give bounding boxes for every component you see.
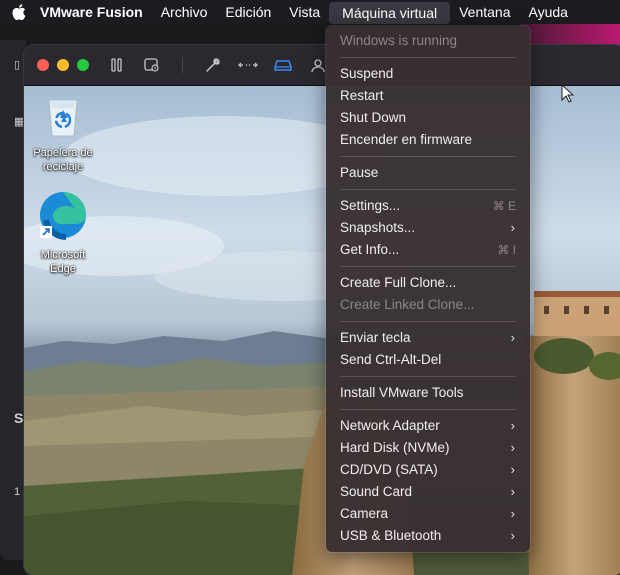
menu-separator: [340, 376, 516, 377]
menu-separator: [340, 156, 516, 157]
chevron-right-icon: ›: [510, 528, 515, 543]
network-adapter-label: Network Adapter: [340, 418, 440, 433]
settings-shortcut: ⌘ E: [492, 199, 516, 213]
menu-item-sound-card[interactable]: Sound Card ›: [326, 481, 530, 503]
mouse-pointer-icon: [561, 83, 575, 108]
menu-item-cd-dvd[interactable]: CD/DVD (SATA) ›: [326, 459, 530, 481]
pause-icon[interactable]: [110, 57, 128, 73]
menu-item-network-adapter[interactable]: Network Adapter ›: [326, 415, 530, 437]
chevron-right-icon: ›: [510, 462, 515, 477]
send-key-label: Enviar tecla: [340, 330, 411, 345]
menu-item-snapshots[interactable]: Snapshots... ›: [326, 217, 530, 239]
edge-browser-icon: [40, 192, 86, 240]
menu-item-suspend[interactable]: Suspend: [326, 63, 530, 85]
menu-item-pause[interactable]: Pause: [326, 162, 530, 184]
menubar-vista[interactable]: Vista: [280, 0, 329, 24]
snapshot-icon[interactable]: [143, 57, 161, 73]
menu-status-windows-running: Windows is running: [340, 33, 458, 48]
host-sidebar-letter: S: [14, 410, 24, 426]
menu-item-restart[interactable]: Restart: [326, 85, 530, 107]
menubar-ventana[interactable]: Ventana: [450, 0, 519, 24]
get-info-shortcut: ⌘ I: [497, 243, 516, 257]
menubar-app-name[interactable]: VMware Fusion: [38, 0, 152, 24]
recycle-bin-label: Papelera de reciclaje: [33, 147, 93, 173]
hard-disk-label: Hard Disk (NVMe): [340, 440, 450, 455]
menu-item-camera[interactable]: Camera ›: [326, 503, 530, 525]
menu-separator: [340, 409, 516, 410]
user-profile-icon[interactable]: [309, 57, 327, 73]
chevron-right-icon: ›: [510, 440, 515, 455]
chevron-right-icon: ›: [510, 484, 515, 499]
usb-bluetooth-label: USB & Bluetooth: [340, 528, 442, 543]
guest-desktop[interactable]: Papelera de reciclaje Microsoft Edge: [24, 86, 620, 575]
cd-dvd-label: CD/DVD (SATA): [340, 462, 438, 477]
menubar-edicion[interactable]: Edición: [216, 0, 280, 24]
desktop-icon-recycle-bin[interactable]: Papelera de reciclaje: [28, 94, 98, 174]
apple-icon[interactable]: [0, 0, 38, 24]
chevron-right-icon: ›: [510, 418, 515, 433]
chevron-right-icon: ›: [510, 330, 515, 345]
menu-item-get-info[interactable]: Get Info... ⌘ I: [326, 239, 530, 261]
menu-item-settings[interactable]: Settings... ⌘ E: [326, 195, 530, 217]
hard-disk-icon[interactable]: [274, 57, 292, 73]
menu-separator: [340, 321, 516, 322]
menu-separator: [340, 189, 516, 190]
menu-item-create-linked-clone: Create Linked Clone...: [340, 297, 475, 312]
snapshots-label: Snapshots...: [340, 220, 416, 235]
sound-card-label: Sound Card: [340, 484, 413, 499]
minimize-window-button[interactable]: [57, 59, 69, 71]
menu-separator: [340, 266, 516, 267]
camera-label: Camera: [340, 506, 389, 521]
edge-label: Microsoft Edge: [40, 249, 86, 275]
zoom-window-button[interactable]: [77, 59, 89, 71]
host-sidebar-icon: ▯: [14, 59, 21, 71]
menu-item-install-vmware-tools[interactable]: Install VMware Tools: [326, 382, 530, 404]
close-window-button[interactable]: [37, 59, 49, 71]
host-grid-icon: ▦: [14, 116, 25, 128]
settings-label: Settings...: [340, 198, 401, 213]
resize-arrows-icon[interactable]: [238, 57, 258, 73]
chevron-right-icon: ›: [510, 506, 515, 521]
host-background-window: ▯ ▦ S 1: [0, 40, 26, 560]
menu-item-boot-firmware[interactable]: Encender en firmware: [326, 129, 530, 151]
menubar-maquina-virtual[interactable]: Máquina virtual: [329, 1, 451, 24]
menu-item-create-full-clone[interactable]: Create Full Clone...: [326, 272, 530, 294]
menubar-archivo[interactable]: Archivo: [152, 0, 217, 24]
wrench-icon[interactable]: [204, 57, 222, 73]
toolbar-divider: [182, 57, 183, 73]
vm-toolbar: [24, 45, 620, 86]
get-info-label: Get Info...: [340, 242, 400, 257]
virtual-machine-menu: Windows is running Suspend Restart Shut …: [326, 26, 530, 552]
menu-item-send-key[interactable]: Enviar tecla ›: [326, 327, 530, 349]
host-sidebar-number: 1: [14, 486, 21, 498]
menu-item-shut-down[interactable]: Shut Down: [326, 107, 530, 129]
menu-separator: [340, 57, 516, 58]
wallpaper-landscape: [24, 116, 620, 575]
menu-item-hard-disk[interactable]: Hard Disk (NVMe) ›: [326, 437, 530, 459]
chevron-right-icon: ›: [510, 220, 515, 235]
recycle-bin-icon: [48, 99, 78, 137]
desktop-icon-edge[interactable]: Microsoft Edge: [28, 190, 98, 276]
menu-item-send-ctrl-alt-del[interactable]: Send Ctrl-Alt-Del: [326, 349, 530, 371]
menu-bar: VMware Fusion Archivo Edición Vista Máqu…: [0, 0, 620, 24]
vm-window: Papelera de reciclaje Microsoft Edge: [24, 45, 620, 575]
menu-item-usb-bluetooth[interactable]: USB & Bluetooth ›: [326, 525, 530, 547]
menubar-ayuda[interactable]: Ayuda: [520, 0, 577, 24]
